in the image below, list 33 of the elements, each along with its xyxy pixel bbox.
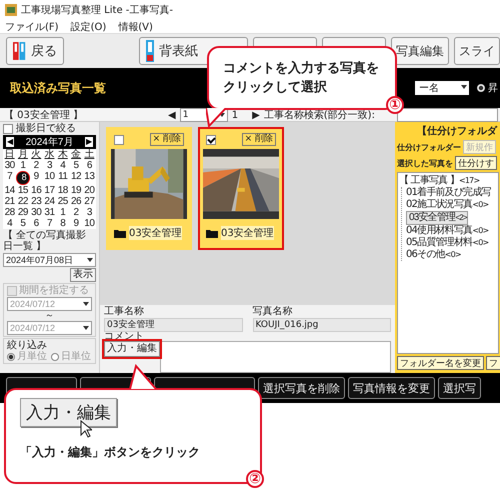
weekday-label: 金 [70,149,82,160]
section-title: 取込済み写真一覧 [10,80,106,96]
checkbox-label: 撮影日で絞る [16,123,76,134]
field-label: 仕分けフォルダー [397,142,461,152]
group-title: 絞り込み [7,340,48,351]
window-title: 工事現場写真整理 Lite -工事写真- [21,4,173,17]
callout-text: 「入力・編集」ボタンをクリック [20,444,201,461]
weekday-label: 火 [30,149,42,160]
field-label: 写真名称 [252,306,294,318]
all-dates-label: 【 全ての写真撮影日一覧 】 [3,230,88,252]
radio-label: 月単位 [17,351,47,362]
field-label: 工事名称 [104,306,145,318]
range-separator: ～ [44,312,55,320]
step-number: ② [246,470,264,488]
folder-name: 03安全管理 [129,226,182,240]
folder-label: 【 03安全管理 】 [3,108,84,122]
weekday-label: 土 [83,149,96,160]
folder-name: 03安全管理 [221,226,274,240]
weekday-label: 日 [4,149,16,160]
weekday-label: 水 [43,149,56,160]
field-label: 選択した写真を [397,158,453,168]
checkbox-label: 期間を指定する [19,285,89,296]
project-name-field: 03安全管理 [104,318,242,332]
weekday-label: 木 [56,149,69,160]
month-title: 2024年7月 [26,136,74,148]
edit-button-illustration: 入力・編集 [20,398,117,427]
weekday-label: 月 [16,149,29,160]
radio-label: 日単位 [61,351,91,362]
search-label: 工事名称検索(部分一致): [264,109,375,122]
photo-name-field: KOUJI_016.jpg [252,318,391,332]
panel-title: 【仕分けフォルダ [416,124,498,138]
page-total: 1 [232,110,238,120]
radio-label: 昇 [488,82,498,95]
